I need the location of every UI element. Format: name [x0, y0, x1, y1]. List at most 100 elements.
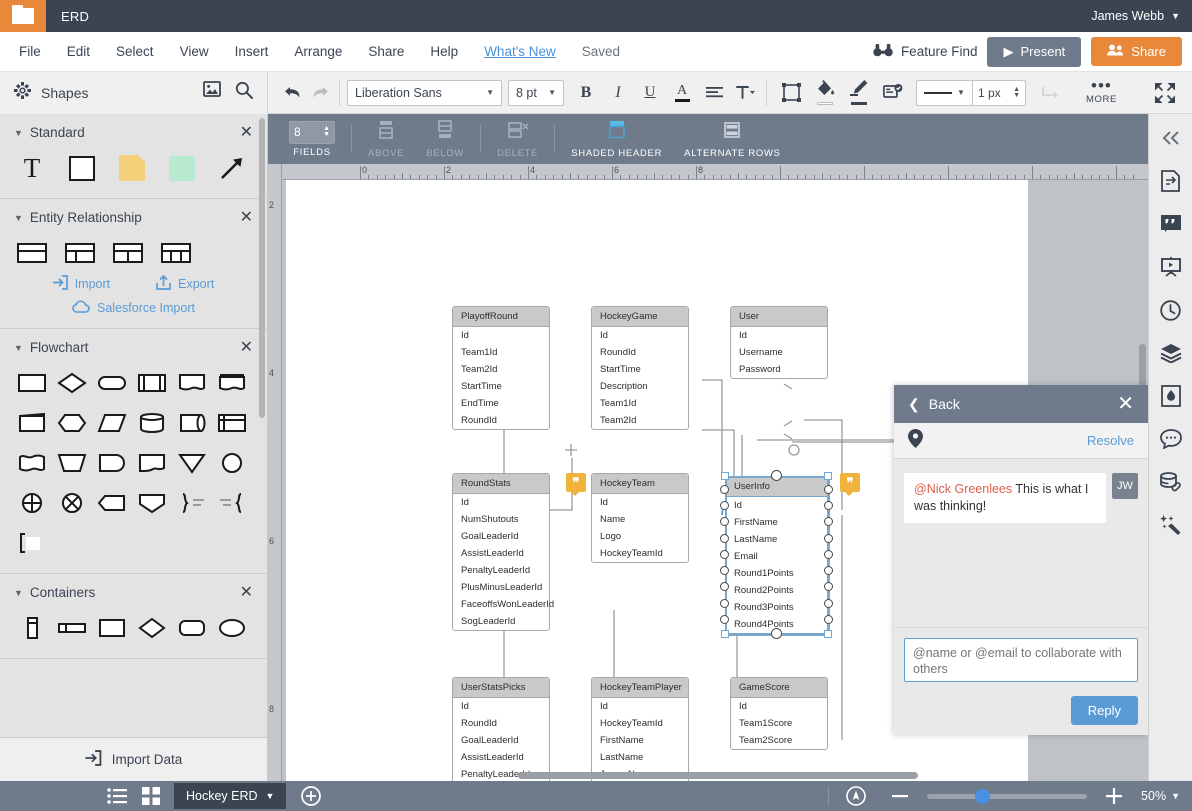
erd-table-field[interactable]: Team1Score — [731, 715, 827, 732]
fields-count-group[interactable]: 8 ▲▼ FIELDS — [278, 121, 346, 158]
page-tab[interactable]: Hockey ERD ▼ — [174, 783, 286, 809]
erd-table-field[interactable]: Round3Points — [726, 599, 827, 616]
menu-item-select[interactable]: Select — [103, 32, 167, 72]
location-pin-icon[interactable] — [908, 429, 923, 453]
import-data-button[interactable]: Import Data — [0, 737, 267, 781]
shape-cylinder[interactable] — [132, 405, 172, 441]
close-icon[interactable]: ✕ — [240, 586, 253, 600]
erd-table-field[interactable]: FaceoffsWonLeaderId — [453, 596, 549, 613]
shape-diamond-container[interactable] — [132, 610, 172, 646]
close-icon[interactable]: ✕ — [240, 211, 253, 225]
fields-count-input[interactable]: 8 ▲▼ — [289, 121, 335, 144]
shape-er-4[interactable] — [156, 235, 196, 271]
theme-icon[interactable] — [1158, 383, 1184, 409]
fill-color-button[interactable] — [812, 79, 838, 107]
shape-document[interactable] — [172, 365, 212, 401]
shape-predefined-process[interactable] — [132, 365, 172, 401]
connection-point-left[interactable] — [720, 485, 729, 494]
shape-note[interactable] — [112, 150, 152, 186]
comment-mention[interactable]: @Nick Greenlees — [914, 482, 1012, 496]
comment-pin[interactable]: ❞ — [840, 473, 860, 492]
stepper-icon[interactable]: ▲▼ — [323, 126, 330, 138]
menu-item-insert[interactable]: Insert — [222, 32, 282, 72]
shape-ellipse-container[interactable] — [212, 610, 252, 646]
erd-table-field[interactable]: LastName — [726, 531, 827, 548]
add-page-icon[interactable] — [294, 781, 328, 811]
insert-below-button[interactable]: BELOW — [415, 120, 475, 159]
shape-shield[interactable] — [132, 485, 172, 521]
erd-table-field[interactable]: Team1Id — [592, 395, 688, 412]
erd-table-field[interactable]: Id — [592, 494, 688, 511]
erd-table-field[interactable]: Id — [453, 494, 549, 511]
grid-view-icon[interactable] — [134, 781, 168, 811]
erd-table-field[interactable]: RoundId — [453, 715, 549, 732]
shape-er-1[interactable] — [12, 235, 52, 271]
folder-home-button[interactable] — [0, 0, 46, 32]
menu-item-arrange[interactable]: Arrange — [281, 32, 355, 72]
data-link-icon[interactable] — [1158, 469, 1184, 495]
shape-x-circle[interactable] — [52, 485, 92, 521]
erd-table-field[interactable]: Round2Points — [726, 582, 827, 599]
menu-item-help[interactable]: Help — [417, 32, 471, 72]
shape-hexagon[interactable] — [52, 405, 92, 441]
redo-button[interactable] — [306, 79, 332, 107]
erd-table-field[interactable]: Round1Points — [726, 565, 827, 582]
resize-handle-s[interactable] — [771, 628, 782, 639]
underline-button[interactable]: U — [637, 79, 663, 107]
reply-button[interactable]: Reply — [1071, 696, 1138, 725]
gear-icon[interactable] — [14, 82, 31, 104]
erd-table-field[interactable]: SogLeaderId — [453, 613, 549, 630]
menu-item-view[interactable]: View — [167, 32, 222, 72]
whats-new-link[interactable]: What's New — [471, 44, 569, 59]
shape-lane[interactable] — [52, 610, 92, 646]
erd-table-field[interactable]: AssistLeaderId — [453, 749, 549, 766]
erd-table-field[interactable]: Team2Id — [592, 412, 688, 429]
resize-handle-nw[interactable] — [721, 472, 729, 480]
shape-style-button[interactable] — [778, 79, 804, 107]
reply-input[interactable] — [904, 638, 1138, 682]
erd-table-field[interactable]: AssistLeaderId — [453, 545, 549, 562]
shape-trapezoid-right[interactable] — [12, 405, 52, 441]
erd-table-field[interactable]: Id — [453, 327, 549, 344]
erd-table-field[interactable]: Id — [726, 497, 827, 514]
shape-stored-data[interactable] — [132, 445, 172, 481]
text-options-button[interactable] — [733, 79, 759, 107]
collapse-chevrons-icon[interactable] — [1158, 125, 1184, 151]
connector-style-button[interactable] — [1038, 79, 1064, 107]
shape-manual-operation[interactable] — [52, 445, 92, 481]
shape-pentagon-left[interactable] — [92, 485, 132, 521]
alternate-rows-button[interactable]: ALTERNATE ROWS — [673, 120, 792, 159]
shape-text[interactable]: T — [12, 150, 52, 186]
erd-table-field[interactable]: Name — [592, 511, 688, 528]
resize-handle-ne[interactable] — [824, 472, 832, 480]
erd-table-field[interactable]: RoundId — [592, 344, 688, 361]
shape-er-3[interactable] — [108, 235, 148, 271]
image-icon[interactable] — [203, 81, 221, 104]
erd-table-title[interactable]: UserStatsPicks — [453, 678, 549, 698]
shape-inverted-triangle[interactable] — [172, 445, 212, 481]
shape-vertical-pool[interactable] — [12, 610, 52, 646]
undo-button[interactable] — [280, 79, 306, 107]
erd-table[interactable]: UserIdUsernamePassword — [730, 306, 828, 379]
erd-table-field[interactable]: Description — [592, 378, 688, 395]
erd-table-field[interactable]: Id — [592, 698, 688, 715]
shape-multidocument[interactable] — [212, 365, 252, 401]
font-family-select[interactable]: Liberation Sans ▼ — [347, 80, 502, 106]
shape-circle[interactable] — [212, 445, 252, 481]
document-properties-icon[interactable] — [1158, 168, 1184, 194]
erd-table-field[interactable]: Id — [731, 698, 827, 715]
layers-icon[interactable] — [1158, 340, 1184, 366]
line-color-button[interactable] — [846, 79, 872, 107]
align-button[interactable] — [701, 79, 727, 107]
erd-table-field[interactable]: Password — [731, 361, 827, 378]
shape-sticky[interactable] — [162, 150, 202, 186]
zoom-in-button[interactable] — [1097, 781, 1131, 811]
feature-find-button[interactable]: Feature Find — [873, 44, 978, 60]
bold-button[interactable]: B — [573, 79, 599, 107]
erd-table[interactable]: UserStatsPicksIdRoundIdGoalLeaderIdAssis… — [452, 677, 550, 781]
erd-table-field[interactable]: Team2Score — [731, 732, 827, 749]
connection-point-right[interactable] — [824, 534, 833, 543]
shape-wave-document[interactable] — [12, 445, 52, 481]
shapes-panel-scrollbar[interactable] — [259, 118, 265, 418]
zoom-slider[interactable] — [927, 794, 1087, 799]
